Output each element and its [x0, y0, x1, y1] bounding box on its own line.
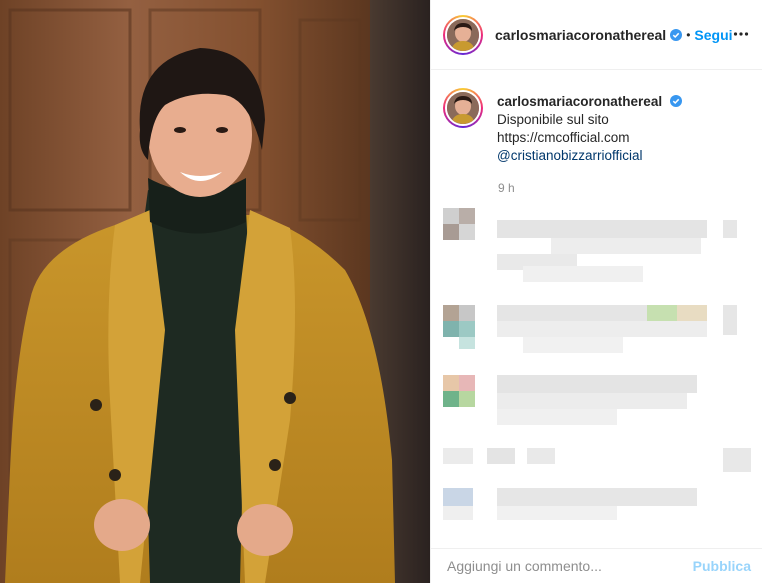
blurred-comment-block [443, 208, 459, 224]
blurred-comment-block [443, 506, 473, 520]
follow-button[interactable]: Segui [694, 27, 732, 43]
blurred-comment-block [497, 321, 707, 337]
caption-line: Disponibile sul sito [497, 112, 609, 127]
blurred-comment-block [459, 391, 475, 407]
add-comment-bar: Pubblica [431, 548, 762, 583]
blurred-comment-block [723, 220, 737, 238]
caption-username[interactable]: carlosmariacoronathereal [497, 94, 662, 109]
comment-input[interactable] [447, 558, 693, 574]
profile-avatar-icon[interactable] [443, 14, 483, 55]
avatar-image [447, 18, 479, 51]
verified-badge-icon [670, 28, 683, 41]
header-separator: • [686, 27, 691, 42]
blurred-comment-block [497, 305, 647, 321]
publish-button[interactable]: Pubblica [693, 558, 751, 574]
blurred-comment-block [497, 375, 697, 393]
blurred-comment-block [523, 337, 623, 353]
caption-avatar-icon[interactable] [443, 88, 483, 128]
blurred-comment-block [443, 448, 473, 464]
blurred-comment-block [523, 266, 643, 282]
blurred-comment-block [459, 321, 475, 337]
blurred-comment-block [497, 393, 687, 409]
caption-text: carlosmariacoronathereal Disponibile sul… [497, 88, 682, 165]
blurred-comment-block [443, 305, 459, 321]
blurred-comment-block [551, 238, 701, 254]
caption-mention[interactable]: @cristianobizzarriofficial [497, 147, 682, 165]
blurred-comment-block [459, 337, 475, 349]
header-username[interactable]: carlosmariacoronathereal [495, 27, 666, 43]
more-options-icon[interactable] [733, 26, 749, 42]
blurred-comment-block [459, 375, 475, 391]
blurred-comment-block [443, 488, 473, 506]
blurred-comment-block [443, 321, 459, 337]
blurred-comment-block [723, 448, 751, 472]
blurred-comment-block [459, 224, 475, 240]
avatar-image [447, 92, 479, 124]
blurred-comment-block [497, 506, 617, 520]
blurred-comment-block [647, 305, 677, 321]
verified-badge-icon [669, 95, 682, 107]
blurred-comment-block [497, 220, 707, 238]
blurred-comment-block [497, 488, 697, 506]
blurred-comment-block [459, 305, 475, 321]
blurred-comment-block [497, 409, 617, 425]
post-photo[interactable] [0, 0, 430, 583]
post-caption: carlosmariacoronathereal Disponibile sul… [443, 88, 751, 165]
post-header: carlosmariacoronathereal • Segui [431, 0, 762, 70]
blurred-comment-block [459, 208, 475, 224]
instagram-post: carlosmariacoronathereal • Segui carlosm… [0, 0, 762, 583]
blurred-comment-block [677, 305, 707, 321]
blurred-comment-block [443, 224, 459, 240]
blurred-comment-block [443, 375, 459, 391]
caption-link[interactable]: https://cmcofficial.com [497, 129, 682, 147]
post-sidebar: carlosmariacoronathereal • Segui carlosm… [430, 0, 762, 583]
blurred-comment-block [443, 391, 459, 407]
blurred-comment-block [527, 448, 555, 464]
blurred-comment-block [723, 305, 737, 335]
post-timestamp[interactable]: 9 h [498, 181, 515, 195]
blurred-comment-block [487, 448, 515, 464]
photo-illustration [0, 0, 430, 583]
